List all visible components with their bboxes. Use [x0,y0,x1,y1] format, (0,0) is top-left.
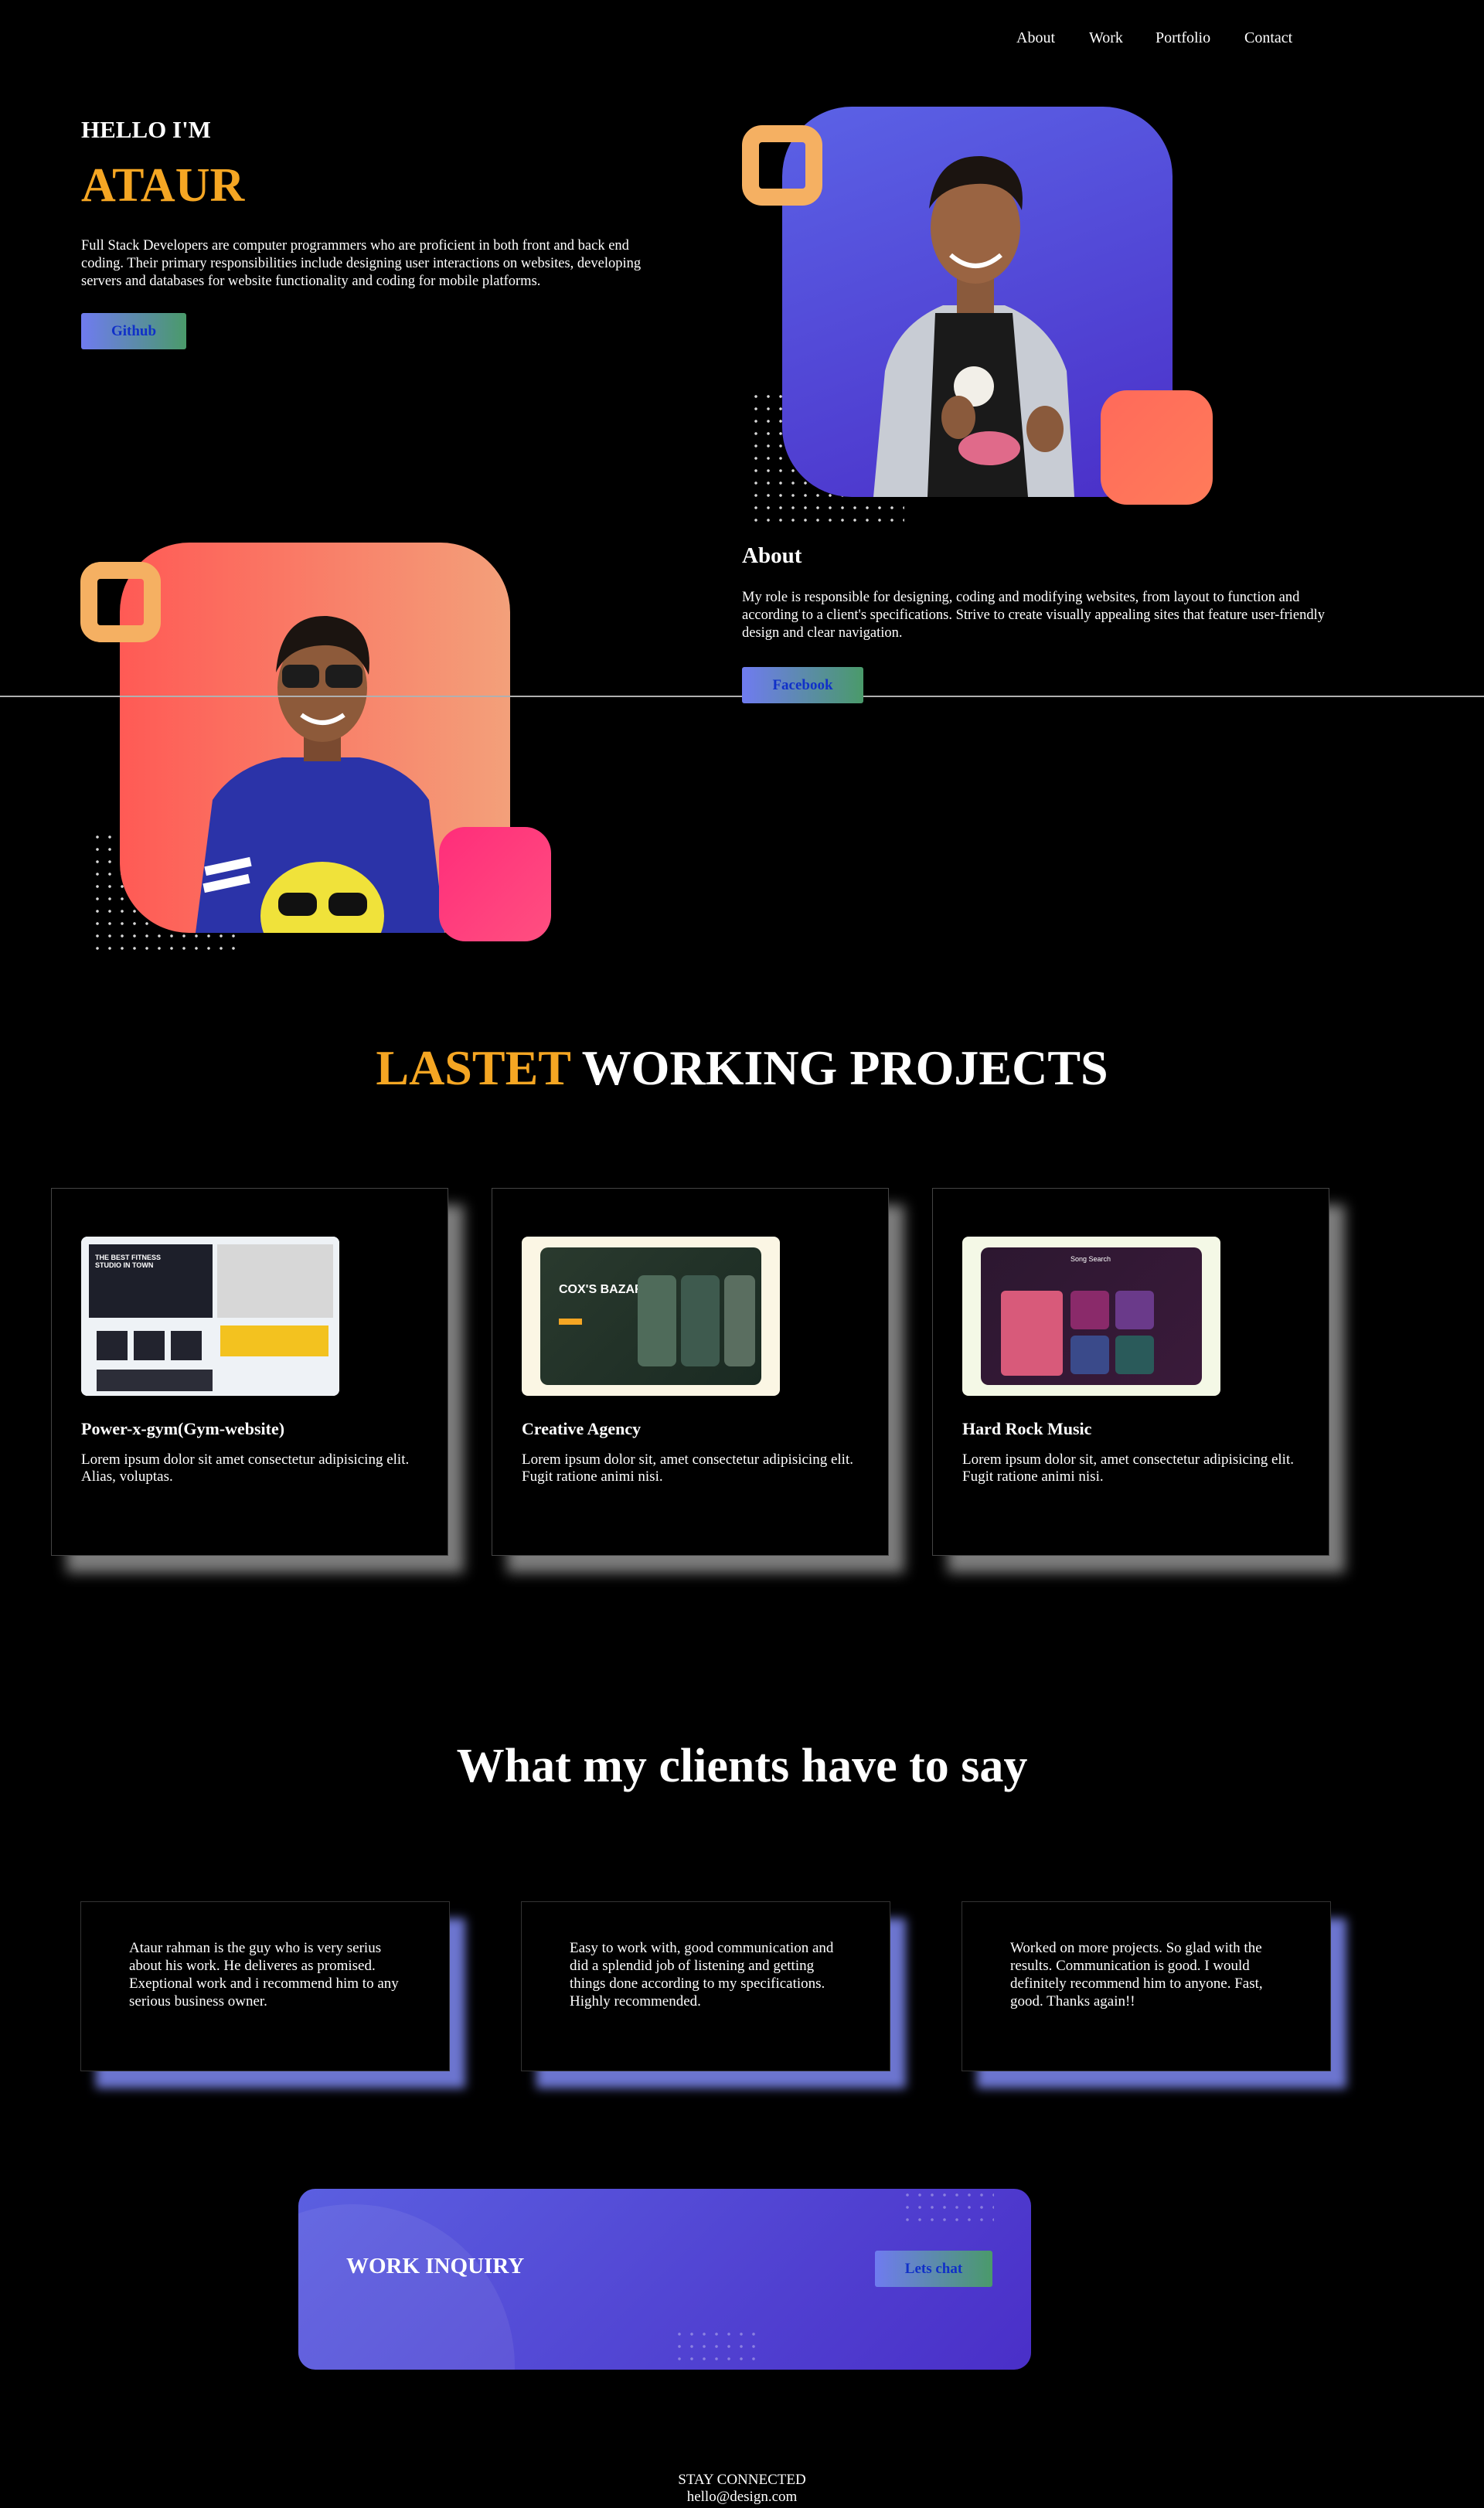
project-description: Lorem ipsum dolor sit, amet consectetur … [962,1451,1294,1485]
project-title: Creative Agency [522,1419,642,1438]
testimonials-title: What my clients have to say [456,1740,1028,1792]
testimonial-text: Easy to work with, good communication an… [570,1940,834,2009]
footer-title: STAY CONNECTED [678,2472,806,2488]
decor-ring-2 [80,562,161,642]
footer-email[interactable]: hello@design.com [0,2489,1484,2506]
facebook-button[interactable]: Facebook [742,667,863,703]
gym-footer-block [97,1370,213,1391]
project-description: Lorem ipsum dolor sit amet consectetur a… [81,1451,410,1485]
project-card[interactable]: THE BEST FITNESS STUDIO IN TOWN Power-x-… [51,1188,448,1556]
decor-ring [742,125,822,206]
project-card[interactable]: Song Search Hard Rock Music Lorem ipsum … [932,1188,1329,1556]
hero-name: ATAUR [81,159,245,212]
music-headline: Song Search [1070,1255,1111,1263]
music-tile [1070,1291,1109,1329]
project-thumbnail-music[interactable]: Song Search [962,1237,1220,1396]
testimonial-text: Ataur rahman is the guy who is very seri… [129,1940,399,2009]
project-title: Power-x-gym(Gym-website) [81,1419,285,1438]
profile-photo [873,155,1074,497]
banner-dots-2 [673,2328,762,2370]
gym-tile [171,1331,202,1360]
project-title: Hard Rock Music [962,1419,1092,1438]
music-tile [1115,1291,1154,1329]
agency-card [681,1275,720,1366]
projects-title: LASTET WORKING PROJECTS [0,1040,1484,1097]
banner-decor-circle [298,2204,515,2370]
agency-card [724,1275,755,1366]
work-inquiry-banner: WORK INQUIRY Lets chat [298,2189,1031,2370]
music-tile [1070,1336,1109,1374]
nav-link-contact[interactable]: Contact [1244,29,1292,47]
projects-title-rest: WORKING PROJECTS [581,1040,1108,1095]
project-description: Lorem ipsum dolor sit, amet consectetur … [522,1451,853,1485]
about-description: My role is responsible for designing, co… [742,590,1325,641]
footer: STAY CONNECTED hello@design.com [0,2472,1484,2506]
hero-description: Full Stack Developers are computer progr… [81,238,642,289]
testimonial-card: Easy to work with, good communication an… [521,1901,890,2071]
music-tile [1115,1336,1154,1374]
gym-headline: THE BEST FITNESS STUDIO IN TOWN [95,1254,162,1269]
project-thumbnail-agency[interactable]: COX'S BAZAR [522,1237,780,1396]
nav-link-about[interactable]: About [1016,29,1055,47]
lets-chat-button[interactable]: Lets chat [875,2251,992,2287]
about-title: About [742,543,802,568]
testimonial-text: Worked on more projects. So glad with th… [1010,1940,1263,2009]
about-photo [196,615,444,933]
testimonial-card: Worked on more projects. So glad with th… [962,1901,1331,2071]
agency-headline: COX'S BAZAR [559,1283,644,1296]
gym-tile [97,1331,128,1360]
gym-photo-block [217,1244,333,1318]
projects-title-highlight: LASTET [376,1040,570,1095]
decor-pink-square [439,827,551,941]
testimonial-card: Ataur rahman is the guy who is very seri… [80,1901,450,2071]
project-card[interactable]: COX'S BAZAR Creative Agency Lorem ipsum … [492,1188,889,1556]
github-button[interactable]: Github [81,313,186,349]
agency-card [638,1275,676,1366]
hero-greeting: HELLO I'M [81,116,211,143]
music-album [1001,1291,1063,1376]
agency-cta [559,1319,582,1325]
gym-banner [220,1325,328,1356]
banner-dots [901,2189,994,2227]
project-thumbnail-gym[interactable]: THE BEST FITNESS STUDIO IN TOWN [81,1237,339,1396]
nav-link-portfolio[interactable]: Portfolio [1156,29,1210,47]
work-inquiry-title: WORK INQUIRY [346,2254,525,2278]
decor-coral-square [1101,390,1213,505]
nav-link-work[interactable]: Work [1089,29,1123,47]
gym-tile [134,1331,165,1360]
